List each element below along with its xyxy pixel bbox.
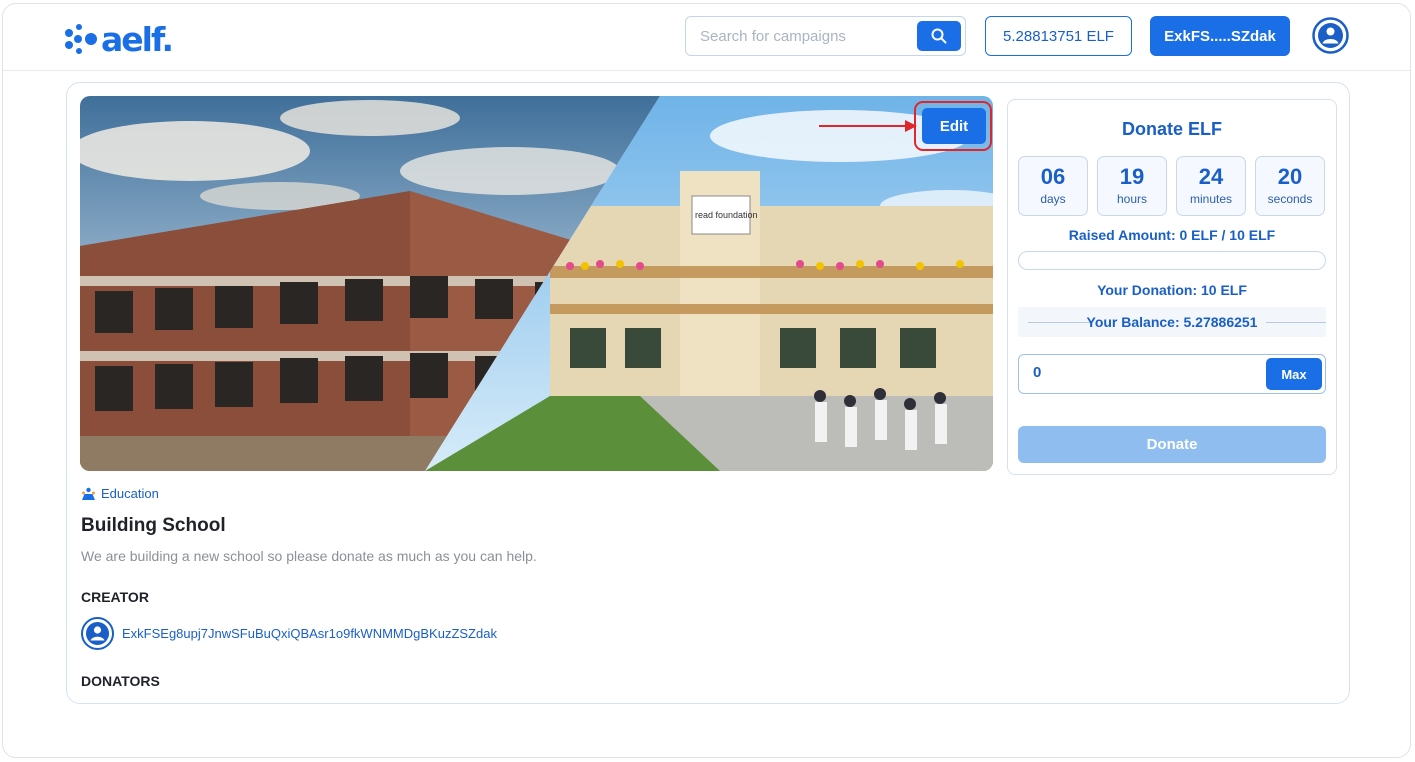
raised-amount: Raised Amount: 0 ELF / 10 ELF <box>1068 227 1276 243</box>
countdown-hours: 19 hours <box>1097 156 1167 216</box>
donate-panel: Donate ELF 06 days 19 hours 24 minutes 2… <box>1007 99 1337 475</box>
your-balance-strip: Your Balance: 5.27886251 <box>1018 307 1326 337</box>
countdown-days: 06 days <box>1018 156 1088 216</box>
user-avatar-button[interactable] <box>1312 17 1349 54</box>
top-header: aelf. 5.28813751 ELF ExkFS.....SZdak <box>3 4 1410 71</box>
countdown-days-label: days <box>1040 192 1066 206</box>
donate-button[interactable]: Donate <box>1018 426 1326 463</box>
campaign-image: read foundation <box>80 96 993 471</box>
search-button[interactable] <box>917 21 961 51</box>
search-icon <box>931 28 947 44</box>
countdown-minutes-label: minutes <box>1189 192 1233 206</box>
countdown-seconds-value: 20 <box>1277 164 1303 189</box>
countdown-days-value: 06 <box>1040 164 1066 189</box>
creator-row[interactable]: ExkFSEg8upj7JnwSFuBuQxiQBAsr1o9fkWNMMDgB… <box>81 617 497 650</box>
wallet-balance-button[interactable]: 5.28813751 ELF <box>985 16 1132 56</box>
countdown-seconds-label: seconds <box>1267 192 1313 206</box>
creator-heading: CREATOR <box>81 589 149 605</box>
raised-progress-bar <box>1018 251 1326 270</box>
aelf-logo[interactable]: aelf. <box>65 19 174 59</box>
edit-button[interactable]: Edit <box>922 108 986 144</box>
countdown-hours-value: 19 <box>1119 164 1145 189</box>
countdown-minutes: 24 minutes <box>1176 156 1246 216</box>
app-window: aelf. 5.28813751 ELF ExkFS.....SZdak <box>2 3 1411 758</box>
search-bar <box>685 16 966 56</box>
campaign-description: We are building a new school so please d… <box>81 548 537 564</box>
your-donation: Your Donation: 10 ELF <box>1097 282 1247 298</box>
campaign-card: read foundation Donate ELF 06 days 19 ho… <box>66 82 1350 704</box>
wallet-address-button[interactable]: ExkFS.....SZdak <box>1150 16 1290 56</box>
donation-amount-input[interactable] <box>1033 364 1233 381</box>
campaign-category[interactable]: Education <box>81 486 159 501</box>
donate-title: Donate ELF <box>1121 119 1222 139</box>
countdown-seconds: 20 seconds <box>1255 156 1325 216</box>
countdown-minutes-value: 24 <box>1198 164 1224 189</box>
max-button[interactable]: Max <box>1266 358 1322 390</box>
logo-text: aelf. <box>101 19 174 59</box>
user-avatar-icon <box>1312 17 1349 54</box>
category-label: Education <box>101 486 159 501</box>
logo-dots-icon <box>65 24 97 54</box>
education-icon <box>82 487 95 500</box>
annotation-arrow-icon <box>819 120 917 132</box>
countdown-hours-label: hours <box>1116 192 1148 206</box>
your-balance: Your Balance: 5.27886251 <box>1086 314 1258 330</box>
donators-heading: DONATORS <box>81 673 160 689</box>
campaign-title: Building School <box>81 515 226 536</box>
school-sign-text: read foundation <box>695 210 758 220</box>
creator-address[interactable]: ExkFSEg8upj7JnwSFuBuQxiQBAsr1o9fkWNMMDgB… <box>122 626 497 641</box>
donation-amount-box: Max <box>1018 354 1326 394</box>
search-input[interactable] <box>700 27 917 45</box>
creator-avatar-icon <box>81 617 114 650</box>
